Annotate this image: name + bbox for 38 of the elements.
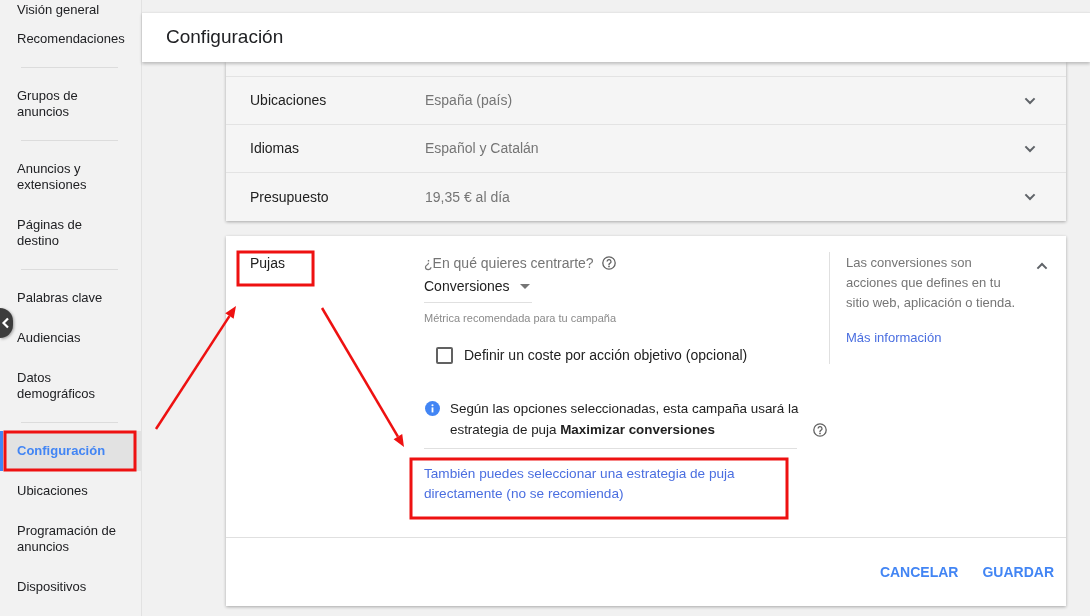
setting-value: Español y Catalán <box>425 139 540 158</box>
help-icon <box>601 256 616 270</box>
more-info-link[interactable]: Más información <box>846 328 942 348</box>
info-text: Según las opciones seleccionadas, esta campaña usará la estrategia de puja Maximizar conversiones <box>450 400 800 439</box>
sidebar-item[interactable]: Recomendaciones <box>13 19 141 59</box>
sidebar-item[interactable]: Ubicaciones <box>13 471 141 511</box>
setting-value: España (país) <box>425 91 514 110</box>
checkbox-label: Definir un coste por acción objetivo (opcional) <box>464 346 748 365</box>
focus-dropdown[interactable]: Conversiones <box>424 276 532 303</box>
sidebar-item[interactable]: Anuncios y extensiones <box>13 149 141 205</box>
setting-value: 19,35 € al día <box>425 187 511 207</box>
sidebar-item[interactable]: Páginas de destino <box>13 205 141 261</box>
sidebar-item[interactable]: Programación de anuncios <box>13 511 141 567</box>
sidebar-item[interactable]: Datos demográficos <box>13 358 141 414</box>
helper-text: Métrica recomendada para tu campaña <box>424 311 617 325</box>
setting-label: Ubicaciones <box>250 91 328 110</box>
help-text: Las conversiones son acciones que defines en tu sitio web, aplicación o tienda. <box>846 254 1016 312</box>
chevron-left-icon <box>1 317 10 329</box>
section-label: Pujas <box>250 255 286 271</box>
checkbox[interactable] <box>436 346 453 364</box>
settings-row[interactable]: Idiomas Español y Catalán <box>226 125 1066 173</box>
strategy-link[interactable]: También puedes seleccionar una estrategia de puja directamente (no se recomienda) <box>424 464 784 504</box>
sidebar-item[interactable]: Dispositivos <box>13 567 141 607</box>
info-icon <box>425 401 440 416</box>
setting-label: Idiomas <box>250 139 301 158</box>
sidebar-item[interactable]: Visión general <box>13 0 141 19</box>
sidebar-item[interactable]: Audiencias <box>13 318 141 358</box>
sidebar-item[interactable]: Grupos de anuncios <box>13 76 141 132</box>
help-icon <box>813 423 827 437</box>
caret-down-icon <box>519 283 530 289</box>
cancel-button[interactable]: CANCELAR <box>871 555 967 589</box>
page-title: Configuración <box>166 25 284 50</box>
settings-row[interactable]: Ubicaciones España (país) <box>226 77 1066 125</box>
setting-label: Presupuesto <box>250 187 330 207</box>
save-button[interactable]: GUARDAR <box>974 555 1062 589</box>
settings-row[interactable]: Presupuesto 19,35 € al día <box>226 173 1066 221</box>
sidebar-item[interactable]: Palabras clave <box>13 278 141 318</box>
question-label: ¿En qué quieres centrarte? <box>424 254 594 273</box>
